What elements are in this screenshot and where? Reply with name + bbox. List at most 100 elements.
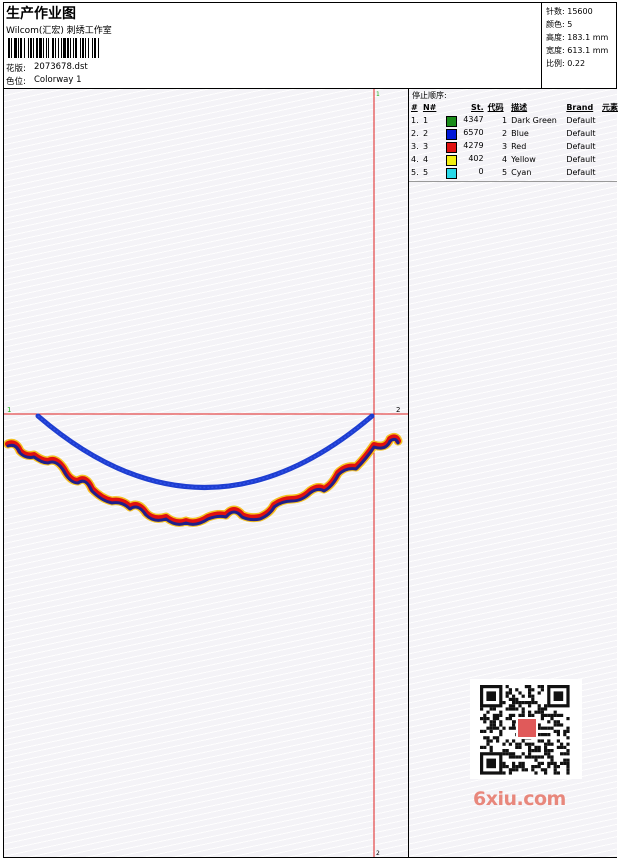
qr-module: [550, 755, 554, 759]
qr-module: [544, 742, 548, 746]
qr-module: [531, 697, 535, 701]
qr-module: [531, 742, 535, 746]
stop-brand: Default: [566, 129, 596, 138]
qr-module: [547, 720, 551, 724]
qr-module: [524, 742, 528, 746]
barcode-bar: [99, 38, 100, 58]
stop-element: [600, 140, 620, 153]
qr-module: [544, 704, 548, 708]
color-swatch: [446, 115, 458, 127]
qr-module: [492, 723, 496, 727]
qr-module: [496, 739, 500, 743]
qr-module: [537, 723, 541, 727]
qr-module: [512, 752, 516, 756]
marker-bottom: 2: [376, 850, 380, 857]
qr-module: [560, 761, 564, 765]
qr-module: [540, 713, 544, 717]
qr-module: [540, 707, 544, 711]
colors-label: 颜色:: [546, 20, 565, 29]
qr-module: [515, 742, 519, 746]
qr-module: [486, 726, 490, 730]
colorway-value: Colorway 1: [34, 75, 82, 85]
qr-module: [534, 758, 538, 762]
qr-module: [518, 691, 522, 695]
qr-module: [502, 749, 506, 753]
qr-module: [499, 713, 503, 717]
qr-module: [534, 771, 538, 775]
qr-module: [515, 701, 519, 705]
qr-module: [540, 717, 544, 721]
qr-module: [508, 726, 512, 730]
qr-module: [560, 723, 564, 727]
scale-label: 比例:: [546, 59, 565, 68]
qr-module: [518, 765, 522, 769]
qr-module: [505, 765, 509, 769]
stop-row: 5. 5 0 5 Cyan Default: [409, 166, 620, 179]
qr-module: [566, 758, 570, 762]
stop-element: [600, 166, 620, 179]
qr-module: [563, 761, 567, 765]
stop-stitches-cell: 4347: [444, 114, 486, 127]
stop-row: 2. 2 6570 2 Blue Default: [409, 127, 620, 140]
stop-stitches-cell: 0: [444, 166, 486, 179]
qr-module: [508, 688, 512, 692]
qr-module: [534, 745, 538, 749]
stop-element: [600, 127, 620, 140]
seal-stamp: [518, 719, 536, 737]
stop-brand: Default: [566, 155, 596, 164]
qr-module: [544, 733, 548, 737]
qr-module: [537, 745, 541, 749]
stitches-label: 针数:: [546, 7, 565, 16]
stop-code: 5: [502, 168, 508, 177]
qr-module: [537, 761, 541, 765]
qr-module: [544, 752, 548, 756]
qr-module: [528, 749, 532, 753]
qr-module: [505, 707, 509, 711]
col-brand: Brand: [566, 103, 594, 112]
qr-module: [480, 717, 484, 721]
qr-module: [528, 745, 532, 749]
qr-module: [508, 707, 512, 711]
qr-module: [489, 739, 493, 743]
qr-module: [566, 717, 570, 721]
qr-module: [505, 717, 509, 721]
stop-stitches: 0: [478, 166, 484, 176]
stop-stitches: 402: [468, 153, 484, 163]
stop-table-header: # N# St. 代码 描述 Brand 元素: [409, 101, 620, 114]
qr-module: [502, 701, 506, 705]
qr-module: [528, 685, 532, 689]
watermark-text: 6xiu.com: [473, 788, 566, 810]
stop-description: Cyan: [511, 168, 532, 177]
qr-module: [518, 745, 522, 749]
stop-stitches-cell: 6570: [444, 127, 486, 140]
qr-module: [544, 726, 548, 730]
stop-element: [600, 114, 620, 127]
qr-module: [496, 726, 500, 730]
width-label: 宽度:: [546, 46, 565, 55]
qr-module: [550, 749, 554, 753]
stop-needle: 3: [422, 142, 429, 151]
stop-stitches: 6570: [463, 127, 484, 137]
qr-module: [486, 739, 490, 743]
width-value: 613.1 mm: [567, 46, 609, 55]
qr-module: [492, 713, 496, 717]
qr-module: [528, 691, 532, 695]
qr-module: [489, 729, 493, 733]
qr-module: [566, 742, 570, 746]
qr-module: [563, 758, 567, 762]
design-label: 花版:: [6, 64, 26, 74]
qr-module: [496, 717, 500, 721]
height-value: 183.1 mm: [567, 33, 609, 42]
qr-module: [492, 707, 496, 711]
qr-module: [537, 691, 541, 695]
qr-module: [540, 755, 544, 759]
qr-module: [560, 713, 564, 717]
qr-finder-inner: [486, 758, 496, 769]
qr-module: [556, 771, 560, 775]
qr-module: [515, 707, 519, 711]
qr-module: [537, 704, 541, 708]
qr-module: [515, 768, 519, 772]
stitches-value: 15600: [567, 7, 593, 16]
qr-module: [566, 752, 570, 756]
qr-module: [518, 713, 522, 717]
